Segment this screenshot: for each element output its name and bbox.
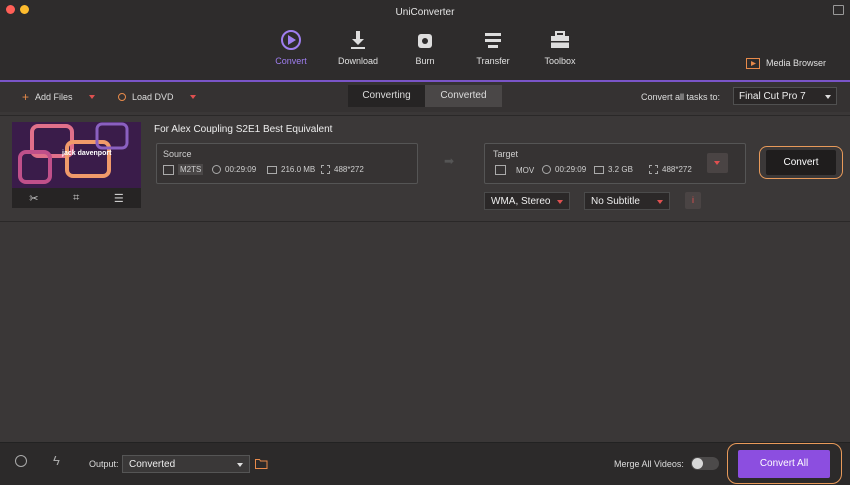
- clock-icon: [212, 165, 221, 174]
- source-duration-value: 00:29:09: [225, 165, 257, 174]
- burn-icon: [418, 34, 432, 48]
- toolbox-icon: [551, 31, 569, 48]
- nav-transfer-label: Transfer: [476, 56, 510, 66]
- output-label: Output:: [89, 459, 119, 469]
- merge-all-videos-label: Merge All Videos:: [614, 459, 684, 469]
- source-size-value: 216.0 MB: [281, 165, 316, 174]
- source-resolution-value: 488*272: [334, 165, 364, 174]
- merge-toggle[interactable]: [691, 457, 719, 470]
- add-files-label: Add Files: [35, 92, 73, 102]
- top-navigation: Convert Download Burn Transfer Toolbox M…: [0, 24, 850, 82]
- media-browser-button[interactable]: Media Browser: [745, 57, 826, 69]
- convert-button[interactable]: Convert: [766, 150, 836, 175]
- chevron-down-icon: [825, 95, 831, 99]
- resolution-icon: [321, 165, 330, 174]
- thumbnail-text: jack davenport: [62, 150, 112, 157]
- add-files-button[interactable]: + Add Files: [22, 89, 95, 104]
- crop-icon[interactable]: ⌗: [73, 192, 79, 205]
- convert-all-format-select[interactable]: Final Cut Pro 7: [733, 87, 837, 105]
- dvd-icon: [118, 93, 126, 101]
- clock-icon: [542, 165, 551, 174]
- convert-button-highlight: Convert: [759, 146, 843, 179]
- nav-download-label: Download: [337, 56, 379, 66]
- film-icon: [163, 164, 174, 175]
- nav-burn-label: Burn: [415, 56, 435, 66]
- target-format-value: MOV: [516, 165, 535, 175]
- tab-converted[interactable]: Converted: [425, 85, 502, 107]
- target-size-value: 3.2 GB: [608, 165, 633, 174]
- source-label: Source: [163, 149, 192, 159]
- chevron-down-icon[interactable]: [88, 95, 95, 99]
- audio-value: WMA, Stereo: [491, 196, 551, 207]
- source-format: M2TS: [163, 164, 204, 175]
- source-format-value: M2TS: [178, 164, 204, 175]
- target-duration: 00:29:09: [542, 165, 586, 174]
- info-button[interactable]: i: [685, 192, 701, 209]
- video-thumbnail[interactable]: jack davenport: [12, 122, 141, 188]
- scissors-icon[interactable]: ✂: [29, 192, 38, 205]
- resolution-icon: [649, 165, 658, 174]
- nav-toolbox[interactable]: Toolbox: [530, 28, 590, 66]
- subtitle-value: No Subtitle: [591, 196, 640, 207]
- lightning-icon[interactable]: ϟ: [53, 453, 60, 468]
- toggle-knob: [692, 458, 703, 469]
- subtitle-select[interactable]: No Subtitle: [584, 192, 670, 210]
- convert-all-format-value: Final Cut Pro 7: [739, 91, 806, 102]
- convert-icon: [281, 30, 301, 50]
- target-size: 3.2 GB: [594, 165, 633, 174]
- download-icon: [351, 31, 365, 49]
- nav-toolbox-label: Toolbox: [544, 56, 576, 66]
- status-tabs: Converting Converted: [348, 85, 502, 107]
- convert-all-button[interactable]: Convert All: [738, 450, 830, 478]
- audio-select[interactable]: WMA, Stereo: [484, 192, 570, 210]
- nav-convert[interactable]: Convert: [261, 28, 321, 66]
- target-label: Target: [493, 149, 519, 159]
- target-resolution-value: 488*272: [662, 165, 692, 174]
- plus-icon: +: [22, 89, 30, 104]
- media-browser-label: Media Browser: [765, 58, 826, 68]
- file-title: For Alex Coupling S2E1 Best Equivalent: [154, 124, 333, 135]
- film-icon: [495, 165, 506, 175]
- effects-icon[interactable]: ☰: [114, 192, 124, 205]
- media-browser-icon: [745, 58, 760, 69]
- title-bar: UniConverter: [0, 0, 850, 24]
- nav-convert-label: Convert: [275, 56, 307, 66]
- transfer-icon: [485, 33, 501, 48]
- nav-burn[interactable]: Burn: [395, 28, 455, 66]
- convert-all-highlight: Convert All: [727, 443, 842, 484]
- load-dvd-label: Load DVD: [132, 92, 174, 102]
- load-dvd-button[interactable]: Load DVD: [118, 92, 196, 102]
- target-duration-value: 00:29:09: [555, 165, 587, 174]
- output-folder-select[interactable]: Converted: [122, 455, 250, 473]
- convert-all-tasks-label: Convert all tasks to:: [640, 92, 720, 102]
- message-icon[interactable]: [833, 5, 844, 15]
- tab-converting[interactable]: Converting: [348, 85, 425, 107]
- source-size: 216.0 MB: [267, 165, 315, 174]
- arrow-right-icon: ➡: [444, 154, 455, 168]
- chevron-down-icon: [657, 200, 663, 204]
- folder-open-icon[interactable]: [255, 458, 268, 469]
- nav-transfer[interactable]: Transfer: [463, 28, 523, 66]
- output-folder-value: Converted: [129, 459, 176, 470]
- folder-icon: [267, 165, 277, 174]
- chevron-down-icon[interactable]: [189, 95, 196, 99]
- window-title: UniConverter: [395, 7, 455, 18]
- source-duration: 00:29:09: [212, 165, 256, 174]
- target-resolution: 488*272: [649, 165, 692, 174]
- folder-icon: [594, 165, 604, 174]
- thumbnail-tools: ✂ ⌗ ☰: [12, 188, 141, 208]
- alarm-clock-icon[interactable]: [15, 455, 27, 467]
- source-info-box: Source M2TS 00:29:09 216.0 MB 488*272: [156, 143, 418, 184]
- source-resolution: 488*272: [321, 165, 364, 174]
- chevron-down-icon: [714, 161, 720, 165]
- chevron-down-icon: [557, 200, 563, 204]
- nav-download[interactable]: Download: [328, 28, 388, 66]
- chevron-down-icon: [237, 463, 243, 467]
- target-format-dropdown[interactable]: [707, 153, 728, 173]
- target-format: MOV: [495, 165, 534, 175]
